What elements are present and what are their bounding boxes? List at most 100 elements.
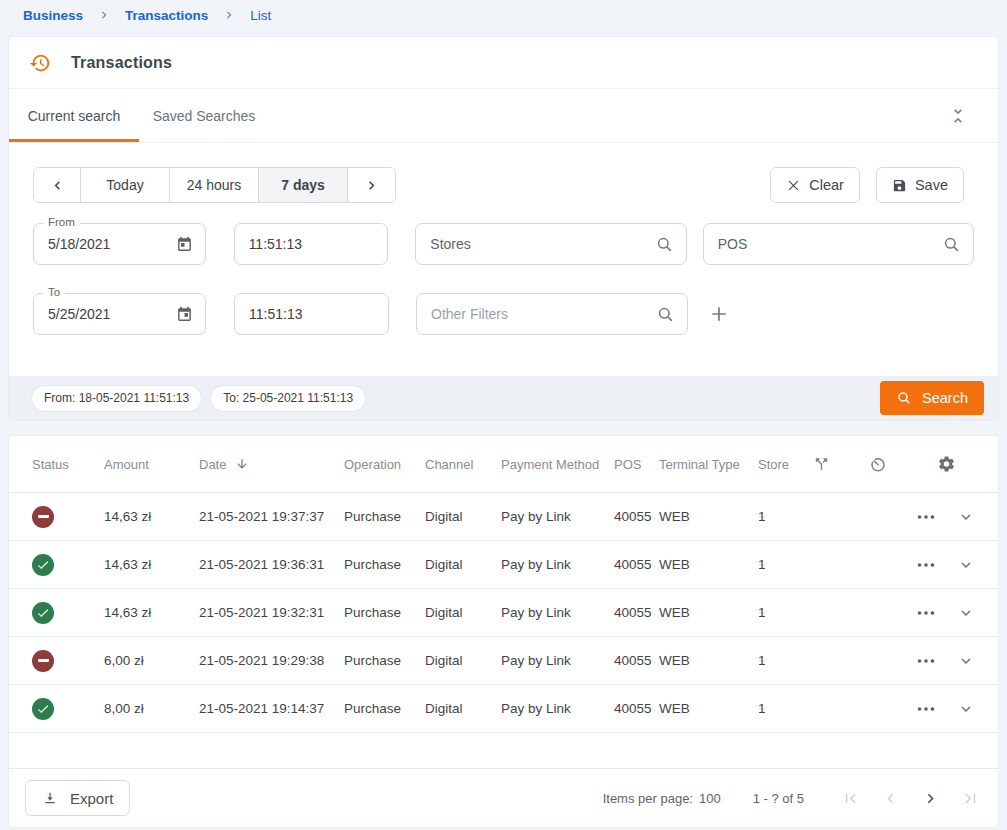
next-page-button[interactable]: [910, 778, 950, 818]
to-filter-chip[interactable]: To: 25-05-2021 11:51:13: [210, 385, 366, 412]
cell-operation: Purchase: [344, 509, 425, 524]
more-actions-icon[interactable]: [915, 506, 937, 528]
col-header-amount[interactable]: Amount: [104, 457, 199, 472]
first-page-button[interactable]: [830, 778, 870, 818]
col-header-channel[interactable]: Channel: [425, 457, 501, 472]
expand-row-icon[interactable]: [957, 556, 975, 574]
save-label: Save: [915, 177, 948, 193]
cell-payment-method: Pay by Link: [501, 701, 614, 716]
status-icon: [32, 554, 54, 576]
more-actions-icon[interactable]: [915, 602, 937, 624]
save-button[interactable]: Save: [876, 167, 964, 203]
split-columns-icon[interactable]: [813, 456, 830, 473]
calendar-icon[interactable]: [176, 306, 193, 323]
from-date-field[interactable]: From 5/18/2021: [33, 223, 206, 265]
more-actions-icon[interactable]: [915, 554, 937, 576]
table-footer: Export Items per page: 100 1 - ? of 5: [9, 769, 998, 827]
search-label: Search: [922, 390, 968, 406]
to-date-field[interactable]: To 5/25/2021: [33, 293, 206, 335]
table-row[interactable]: 14,63 zł 21-05-2021 19:37:37 Purchase Di…: [9, 493, 998, 541]
results-table: Status Amount Date Operation Channel Pay…: [8, 435, 999, 828]
search-icon[interactable]: [655, 235, 674, 254]
items-per-page-value[interactable]: 100: [699, 791, 721, 806]
clear-label: Clear: [809, 177, 844, 193]
cell-pos: 40055: [614, 509, 659, 524]
export-button[interactable]: Export: [25, 780, 130, 816]
tab-bar: Current search Saved Searches: [9, 89, 998, 143]
gear-icon[interactable]: [937, 455, 956, 474]
paginator-range: 1 - ? of 5: [753, 791, 804, 806]
tab-current-search[interactable]: Current search: [9, 89, 139, 142]
export-label: Export: [70, 790, 113, 807]
more-actions-icon[interactable]: [915, 698, 937, 720]
add-filter-button[interactable]: [707, 302, 731, 326]
cell-channel: Digital: [425, 653, 501, 668]
pos-placeholder: POS: [718, 236, 942, 252]
range-24hours-button[interactable]: 24 hours: [170, 168, 259, 202]
table-row[interactable]: 14,63 zł 21-05-2021 19:32:31 Purchase Di…: [9, 589, 998, 637]
other-filters-placeholder: Other Filters: [431, 306, 656, 322]
cell-pos: 40055: [614, 605, 659, 620]
collapse-icon[interactable]: [946, 104, 970, 128]
search-button[interactable]: Search: [880, 381, 984, 415]
page-title: Transactions: [71, 54, 172, 72]
col-header-terminal-type[interactable]: Terminal Type: [659, 457, 758, 472]
col-header-payment-method[interactable]: Payment Method: [501, 457, 614, 472]
other-filters-field[interactable]: Other Filters: [416, 293, 688, 335]
col-header-store[interactable]: Store: [758, 457, 809, 472]
table-row[interactable]: 6,00 zł 21-05-2021 19:29:38 Purchase Dig…: [9, 637, 998, 685]
last-page-button[interactable]: [950, 778, 990, 818]
pos-field[interactable]: POS: [703, 223, 974, 265]
applied-filters-bar: From: 18-05-2021 11:51:13 To: 25-05-2021…: [9, 376, 998, 420]
more-actions-icon[interactable]: [915, 650, 937, 672]
cell-operation: Purchase: [344, 701, 425, 716]
table-row[interactable]: 14,63 zł 21-05-2021 19:36:31 Purchase Di…: [9, 541, 998, 589]
to-time-field[interactable]: 11:51:13: [234, 293, 389, 335]
to-date-value: 5/25/2021: [48, 306, 176, 322]
range-next-button[interactable]: [348, 168, 395, 202]
cell-date: 21-05-2021 19:36:31: [199, 557, 344, 572]
calendar-icon[interactable]: [176, 236, 193, 253]
clear-button[interactable]: Clear: [770, 167, 860, 203]
search-icon[interactable]: [656, 305, 675, 324]
range-prev-button[interactable]: [34, 168, 81, 202]
expand-row-icon[interactable]: [957, 652, 975, 670]
status-icon: [32, 506, 54, 528]
status-icon: [32, 650, 54, 672]
cell-date: 21-05-2021 19:37:37: [199, 509, 344, 524]
tab-saved-searches[interactable]: Saved Searches: [139, 89, 269, 142]
col-header-pos[interactable]: POS: [614, 457, 659, 472]
paginator: Items per page: 100 1 - ? of 5: [603, 778, 990, 818]
stores-field[interactable]: Stores: [415, 223, 686, 265]
history-icon: [29, 52, 51, 74]
tab-label: Current search: [28, 108, 121, 124]
expand-row-icon[interactable]: [957, 508, 975, 526]
table-empty-space: [9, 733, 998, 769]
breadcrumb-business[interactable]: Business: [23, 8, 83, 23]
from-time-field[interactable]: 11:51:13: [234, 223, 389, 265]
expand-row-icon[interactable]: [957, 604, 975, 622]
range-today-button[interactable]: Today: [81, 168, 170, 202]
cell-channel: Digital: [425, 557, 501, 572]
stores-placeholder: Stores: [430, 236, 654, 252]
cell-terminal-type: WEB: [659, 701, 758, 716]
timer-icon[interactable]: [869, 455, 887, 473]
cell-terminal-type: WEB: [659, 509, 758, 524]
cell-payment-method: Pay by Link: [501, 605, 614, 620]
cell-store: 1: [758, 653, 809, 668]
search-icon[interactable]: [942, 235, 961, 254]
cell-date: 21-05-2021 19:32:31: [199, 605, 344, 620]
breadcrumb-transactions[interactable]: Transactions: [125, 8, 208, 23]
expand-row-icon[interactable]: [957, 700, 975, 718]
col-header-status[interactable]: Status: [9, 457, 104, 472]
breadcrumb-list[interactable]: List: [250, 8, 271, 23]
table-row[interactable]: 8,00 zł 21-05-2021 19:14:37 Purchase Dig…: [9, 685, 998, 733]
col-header-operation[interactable]: Operation: [344, 457, 425, 472]
previous-page-button[interactable]: [870, 778, 910, 818]
breadcrumb: Business Transactions List: [0, 0, 1007, 30]
col-header-date[interactable]: Date: [199, 457, 344, 472]
search-icon: [896, 390, 912, 406]
cell-operation: Purchase: [344, 605, 425, 620]
from-filter-chip[interactable]: From: 18-05-2021 11:51:13: [31, 385, 202, 412]
range-7days-button[interactable]: 7 days: [259, 168, 348, 202]
